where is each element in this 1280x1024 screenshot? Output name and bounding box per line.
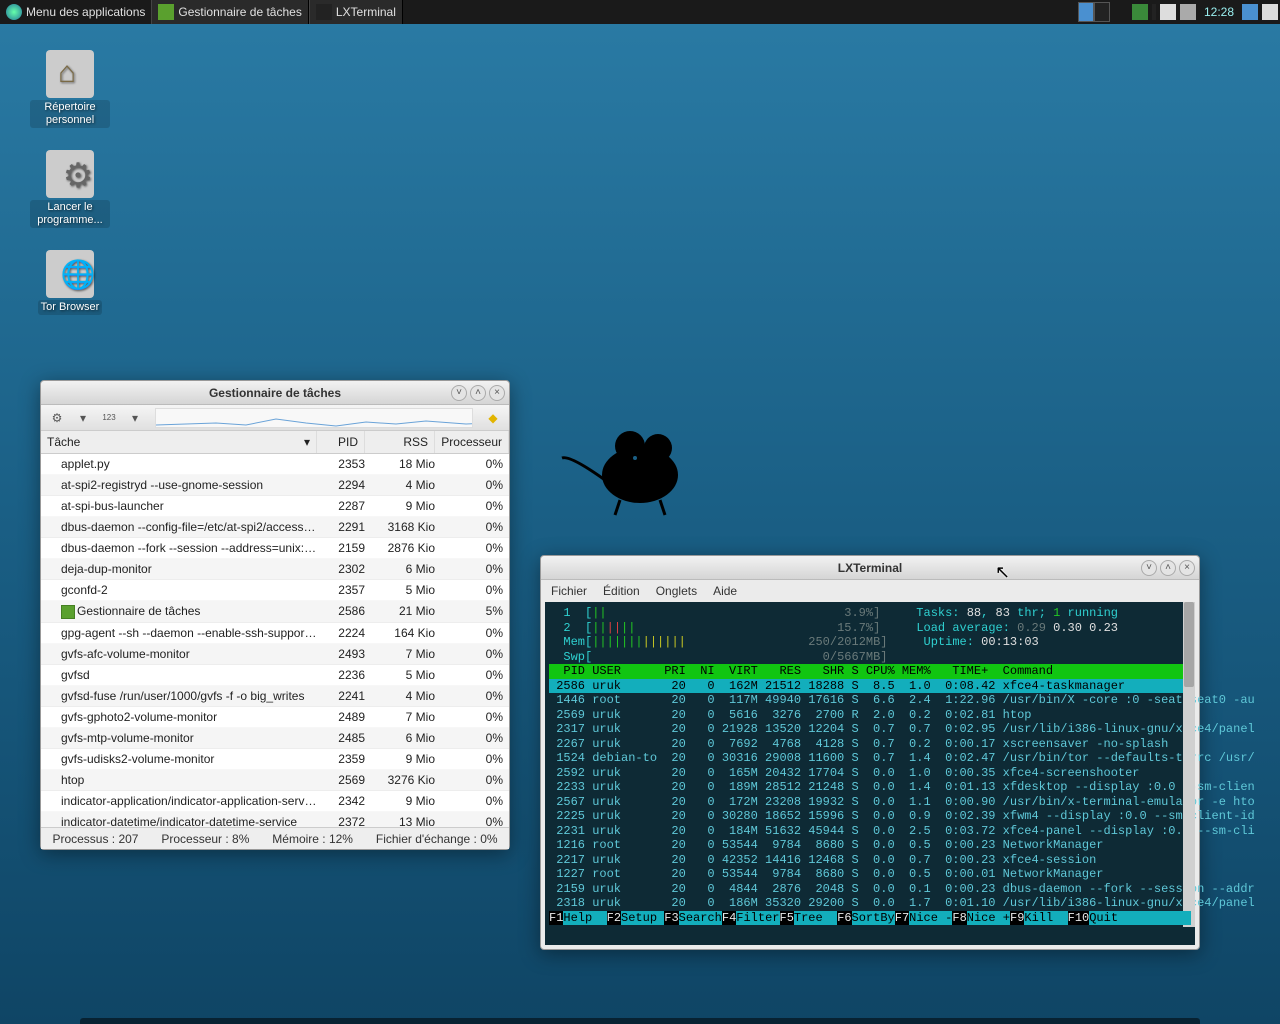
tray-separator-icon: [1152, 4, 1156, 20]
terminal-menubar: Fichier Édition Onglets Aide: [541, 580, 1199, 602]
status-processes: Processus : 207: [52, 832, 138, 846]
menu-file[interactable]: Fichier: [551, 584, 587, 598]
top-panel: Menu des applications Gestionnaire de tâ…: [0, 0, 1280, 24]
status-memory: Mémoire : 12%: [272, 832, 353, 846]
column-task[interactable]: Tâche▾: [41, 431, 317, 453]
menu-edit[interactable]: Édition: [603, 584, 640, 598]
column-rss[interactable]: RSS: [365, 431, 435, 453]
tray-display-icon[interactable]: [1242, 4, 1258, 20]
desktop-icon-label: Tor Browser: [38, 300, 103, 315]
task-list[interactable]: applet.py 235318 Mio0%at-spi2-registryd …: [41, 454, 509, 827]
table-row[interactable]: Gestionnaire de tâches 258621 Mio5%: [41, 601, 509, 623]
task-manager-toolbar: ⚙ ▾ 123 ▾ ◆: [41, 405, 509, 431]
table-row[interactable]: gvfs-mtp-volume-monitor 24856 Mio0%: [41, 728, 509, 749]
htop-process-list: 2586 uruk 20 0 162M 21512 18288 S 8.5 1.…: [549, 679, 1191, 911]
table-row[interactable]: gvfs-udisks2-volume-monitor 23599 Mio0%: [41, 749, 509, 770]
desktop-icon-label: Répertoire personnel: [30, 100, 110, 128]
tray-search-icon[interactable]: [1160, 4, 1176, 20]
desktop-icon-label: Lancer le programme...: [30, 200, 110, 228]
terminal-window: LXTerminal ˅ ˄ × Fichier Édition Onglets…: [540, 555, 1200, 950]
desktop-icon-gear[interactable]: Lancer le programme...: [30, 150, 110, 228]
scrollbar-thumb[interactable]: [1184, 602, 1194, 687]
table-row[interactable]: htop 25693276 Kio0%: [41, 770, 509, 791]
workspace-switcher[interactable]: [1078, 2, 1110, 22]
table-headers: Tâche▾ PID RSS Processeur: [41, 431, 509, 454]
table-row[interactable]: gvfsd-fuse /run/user/1000/gvfs -f -o big…: [41, 686, 509, 707]
terminal-content[interactable]: 1 [|| 3.9%] Tasks: 88, 83 thr; 1 running…: [545, 602, 1195, 945]
tray-volume-icon[interactable]: [1180, 4, 1196, 20]
table-row[interactable]: gvfs-gphoto2-volume-monitor 24897 Mio0%: [41, 707, 509, 728]
tray-mail-icon[interactable]: [1262, 4, 1278, 20]
toolbar-settings-button[interactable]: ⚙: [45, 408, 69, 428]
htop-footer: F1Help F2Setup F3SearchF4FilterF5Tree F6…: [549, 911, 1191, 926]
htop-columns: PID USER PRI NI VIRT RES SHR S CPU% MEM%…: [549, 664, 1191, 679]
panel-clock[interactable]: 12:28: [1198, 5, 1240, 19]
taskmanager-icon: [158, 4, 174, 20]
menu-help[interactable]: Aide: [713, 584, 737, 598]
wallpaper-logo: [560, 420, 700, 520]
table-row[interactable]: gvfs-afc-volume-monitor 24937 Mio0%: [41, 644, 509, 665]
task-manager-window: Gestionnaire de tâches ˅ ˄ × ⚙ ▾ 123 ▾ ◆…: [40, 380, 510, 850]
table-row[interactable]: at-spi-bus-launcher 22879 Mio0%: [41, 496, 509, 517]
cpu-graph-preview: [155, 408, 473, 428]
status-swap: Fichier d'échange : 0%: [376, 832, 498, 846]
table-row[interactable]: dbus-daemon --config-file=/etc/at-spi2/a…: [41, 517, 509, 538]
status-cpu: Processeur : 8%: [161, 832, 249, 846]
gear-icon: [46, 150, 94, 198]
scrollbar[interactable]: [1183, 602, 1195, 927]
desktop-icon-home[interactable]: Répertoire personnel: [30, 50, 110, 128]
taskbar-label: Gestionnaire de tâches: [178, 5, 301, 19]
column-pid[interactable]: PID: [317, 431, 365, 453]
titlebar[interactable]: Gestionnaire de tâches ˅ ˄ ×: [41, 381, 509, 405]
table-row[interactable]: dbus-daemon --fork --session --address=u…: [41, 538, 509, 559]
htop-header: 1 [|| 3.9%] Tasks: 88, 83 thr; 1 running…: [549, 606, 1191, 664]
table-row[interactable]: gpg-agent --sh --daemon --enable-ssh-sup…: [41, 623, 509, 644]
bottom-dock[interactable]: [80, 1018, 1200, 1024]
table-row[interactable]: indicator-datetime/indicator-datetime-se…: [41, 812, 509, 827]
taskbar-label: LXTerminal: [336, 5, 396, 19]
terminal-icon: [316, 4, 332, 20]
table-row[interactable]: at-spi2-registryd --use-gnome-session 22…: [41, 475, 509, 496]
applications-menu-button[interactable]: Menu des applications: [0, 0, 151, 24]
toolbar-dropdown-button[interactable]: ▾: [71, 408, 95, 428]
toolbar-dropdown2-button[interactable]: ▾: [123, 408, 147, 428]
toolbar-filter-button[interactable]: 123: [97, 408, 121, 428]
table-row[interactable]: indicator-application/indicator-applicat…: [41, 791, 509, 812]
xfce-logo-icon: [6, 4, 22, 20]
tray-monitor-icon[interactable]: [1132, 4, 1148, 20]
titlebar[interactable]: LXTerminal ˅ ˄ ×: [541, 556, 1199, 580]
toolbar-star-icon[interactable]: ◆: [481, 408, 505, 428]
app-icon: [61, 605, 75, 619]
close-button[interactable]: ×: [1179, 560, 1195, 576]
window-title: Gestionnaire de tâches: [209, 386, 341, 400]
taskbar-button-terminal[interactable]: LXTerminal: [309, 0, 403, 24]
menu-tabs[interactable]: Onglets: [656, 584, 697, 598]
table-row[interactable]: gvfsd 22365 Mio0%: [41, 665, 509, 686]
home-icon: [46, 50, 94, 98]
minimize-button[interactable]: ˅: [451, 385, 467, 401]
minimize-button[interactable]: ˅: [1141, 560, 1157, 576]
maximize-button[interactable]: ˄: [1160, 560, 1176, 576]
window-title: LXTerminal: [838, 561, 902, 575]
applications-menu-label: Menu des applications: [26, 5, 145, 19]
table-row[interactable]: gconfd-2 23575 Mio0%: [41, 580, 509, 601]
close-button[interactable]: ×: [489, 385, 505, 401]
sort-indicator-icon: ▾: [304, 435, 310, 449]
column-cpu[interactable]: Processeur: [435, 431, 509, 453]
table-row[interactable]: deja-dup-monitor 23026 Mio0%: [41, 559, 509, 580]
table-row[interactable]: applet.py 235318 Mio0%: [41, 454, 509, 475]
maximize-button[interactable]: ˄: [470, 385, 486, 401]
taskbar-button-taskmanager[interactable]: Gestionnaire de tâches: [151, 0, 308, 24]
desktop-icon-tor[interactable]: Tor Browser: [30, 250, 110, 315]
status-bar: Processus : 207 Processeur : 8% Mémoire …: [41, 827, 509, 849]
tor-icon: [46, 250, 94, 298]
